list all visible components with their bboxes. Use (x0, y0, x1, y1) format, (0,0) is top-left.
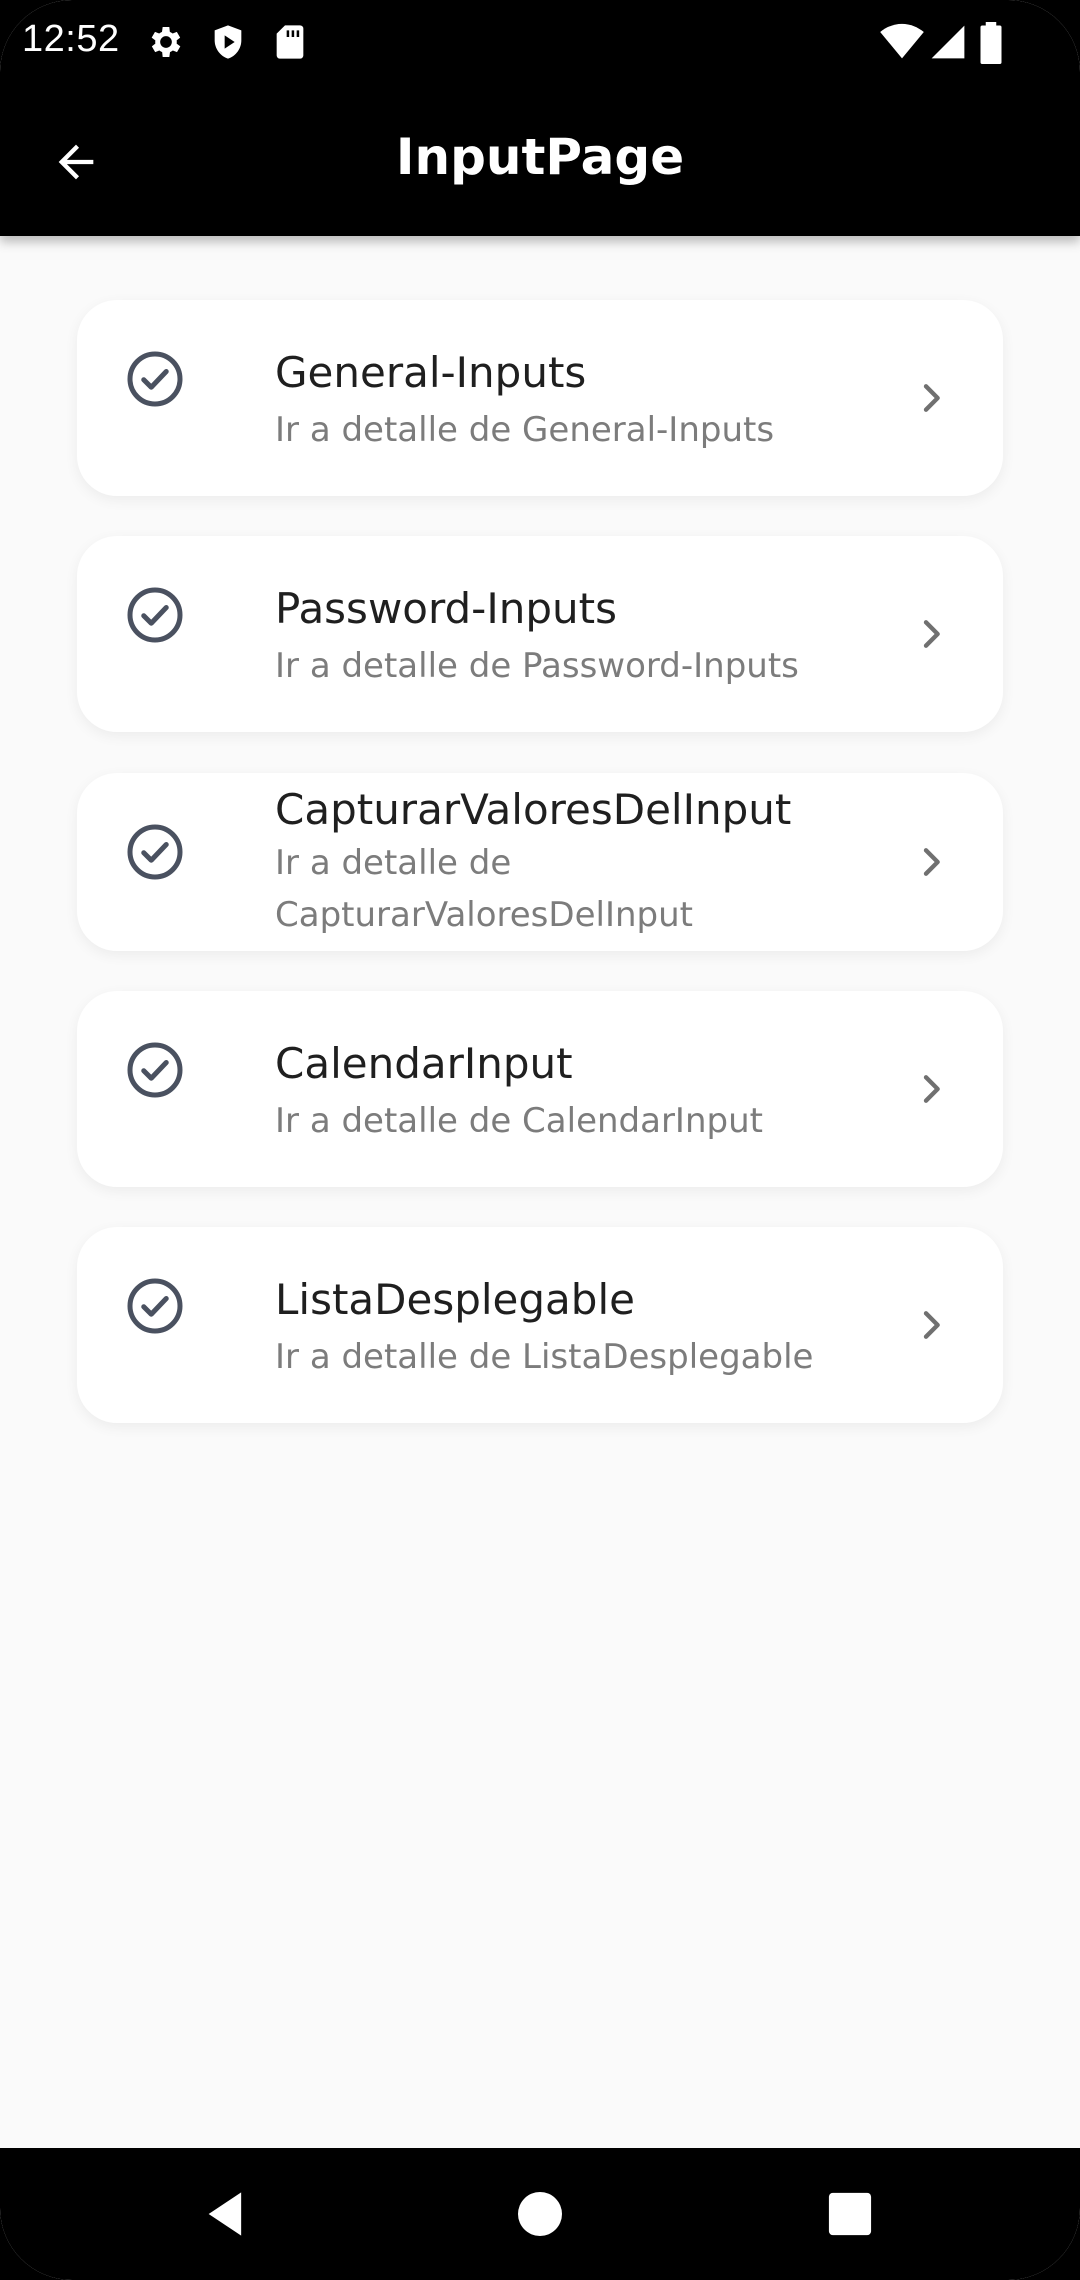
list-item-title: CalendarInput (275, 1039, 573, 1088)
check-circle-icon (127, 1042, 183, 1098)
list-item-calendar-input[interactable]: CalendarInput Ir a detalle de CalendarIn… (77, 991, 1003, 1187)
list-item-subtitle: Ir a detalle de CalendarInput (275, 1101, 763, 1141)
list-item-general-inputs[interactable]: General-Inputs Ir a detalle de General-I… (77, 300, 1003, 496)
list-item-capturar-valores[interactable]: CapturarValoresDelInput Ir a detalle de … (77, 773, 1003, 951)
system-nav-bar (0, 2148, 1080, 2280)
page-title: InputPage (395, 128, 685, 186)
list-item-subtitle: Ir a detalle de CapturarValoresDelInput (275, 843, 693, 935)
wifi-icon (880, 22, 924, 62)
back-triangle-icon (208, 2192, 242, 2236)
nav-back-button[interactable] (194, 2182, 258, 2246)
shield-play-icon (208, 22, 248, 62)
check-circle-icon (127, 587, 183, 643)
list-item-subtitle: Ir a detalle de Password-Inputs (275, 646, 799, 686)
status-bar: 12:52 (0, 0, 1080, 88)
signal-icon (930, 22, 970, 62)
list-item-password-inputs[interactable]: Password-Inputs Ir a detalle de Password… (77, 536, 1003, 732)
list-item-title: Password-Inputs (275, 584, 617, 633)
chevron-right-icon (923, 848, 940, 876)
chevron-right-icon (923, 384, 940, 412)
list-item-title: ListaDesplegable (275, 1275, 635, 1324)
list-item-title: General-Inputs (275, 348, 587, 397)
check-circle-icon (127, 824, 183, 880)
list-item-subtitle: Ir a detalle de ListaDesplegable (275, 1337, 814, 1377)
nav-home-button[interactable] (508, 2182, 572, 2246)
status-time: 12:52 (22, 18, 120, 60)
screen: 12:52 InputPage General-Inputs Ir a deta… (0, 0, 1080, 2280)
recents-square-icon (828, 2192, 872, 2236)
check-circle-icon (127, 351, 183, 407)
chevron-right-icon (923, 1075, 940, 1103)
list-item-title: CapturarValoresDelInput (275, 785, 792, 834)
app-bar: InputPage (0, 88, 1080, 236)
nav-recents-button[interactable] (818, 2182, 882, 2246)
chevron-right-icon (923, 1311, 940, 1339)
list-item-lista-desplegable[interactable]: ListaDesplegable Ir a detalle de ListaDe… (77, 1227, 1003, 1423)
chevron-right-icon (923, 620, 940, 648)
battery-icon (978, 22, 1018, 64)
sd-card-icon (270, 22, 310, 62)
list-item-subtitle: Ir a detalle de General-Inputs (275, 410, 775, 450)
home-circle-icon (518, 2192, 562, 2236)
gear-icon (146, 22, 186, 62)
check-circle-icon (127, 1278, 183, 1334)
